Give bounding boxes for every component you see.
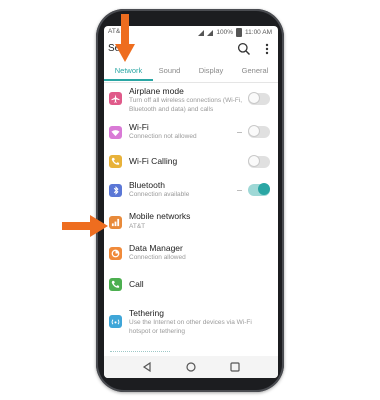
tab-network[interactable]: Network <box>108 66 149 75</box>
list-item-data-manager[interactable]: Data Manager Connection allowed <box>104 240 278 270</box>
wifi-toggle[interactable] <box>248 125 270 138</box>
active-tab-indicator <box>104 79 153 81</box>
back-icon[interactable] <box>141 361 153 373</box>
callout-arrow-right-icon <box>62 215 108 237</box>
navigation-bar <box>104 356 278 378</box>
call-icon <box>109 278 122 291</box>
wifi-icon <box>109 126 122 139</box>
list-item-call[interactable]: Call <box>104 272 278 296</box>
bluetooth-label: Bluetooth <box>129 180 165 190</box>
data-manager-status: Connection allowed <box>129 254 186 261</box>
data-manager-icon <box>109 247 122 260</box>
tab-display[interactable]: Display <box>193 66 229 75</box>
settings-tabs: Network Sound Display General <box>104 62 278 83</box>
phone-screen: AT& 100% 11:00 AM Se s Network Sound Dis… <box>104 26 278 378</box>
list-item-tethering[interactable]: Tethering Use the Internet on other devi… <box>104 305 278 341</box>
list-item-mobile-networks[interactable]: Mobile networks AT&T <box>104 208 278 238</box>
recent-apps-icon[interactable] <box>229 361 241 373</box>
search-icon[interactable] <box>237 42 251 56</box>
tethering-description: Use the Internet on other devices via Wi… <box>129 319 252 335</box>
tab-general[interactable]: General <box>236 66 274 75</box>
tethering-icon <box>109 315 122 328</box>
airplane-mode-label: Airplane mode <box>129 86 184 96</box>
tethering-label: Tethering <box>129 308 164 318</box>
signal-icon <box>198 29 205 36</box>
list-item-bluetooth[interactable]: Bluetooth Connection available <box>104 177 278 205</box>
more-options-icon[interactable] <box>264 42 270 56</box>
toggle-divider <box>237 190 242 191</box>
clock: 11:00 AM <box>245 29 272 36</box>
more-connections-link[interactable] <box>110 351 170 353</box>
wifi-status: Connection not allowed <box>129 133 197 140</box>
mobile-networks-icon <box>109 216 122 229</box>
wifi-calling-toggle[interactable] <box>248 155 270 168</box>
airplane-mode-toggle[interactable] <box>248 92 270 105</box>
data-manager-label: Data Manager <box>129 243 183 253</box>
battery-icon <box>236 28 243 37</box>
mobile-networks-label: Mobile networks <box>129 211 191 221</box>
wifi-label: Wi-Fi <box>129 122 149 132</box>
wifi-calling-label: Wi-Fi Calling <box>129 156 178 166</box>
list-item-airplane-mode[interactable]: Airplane mode Turn off all wireless conn… <box>104 83 278 117</box>
call-label: Call <box>129 279 144 289</box>
bluetooth-toggle[interactable] <box>248 183 270 196</box>
bluetooth-icon <box>109 184 122 197</box>
toggle-divider <box>237 132 242 133</box>
list-item-wifi-calling[interactable]: Wi-Fi Calling <box>104 149 278 175</box>
list-item-wifi[interactable]: Wi-Fi Connection not allowed <box>104 119 278 147</box>
bluetooth-status: Connection available <box>129 191 190 198</box>
wifi-calling-icon <box>109 155 122 168</box>
network-icon <box>207 29 214 36</box>
airplane-mode-description: Turn off all wireless connections (Wi-Fi… <box>129 97 243 113</box>
home-icon[interactable] <box>185 361 197 373</box>
tab-sound[interactable]: Sound <box>153 66 186 75</box>
callout-arrow-down-icon <box>115 14 135 62</box>
battery-percent: 100% <box>216 29 234 36</box>
mobile-networks-carrier: AT&T <box>129 223 146 230</box>
airplane-icon <box>109 92 122 105</box>
